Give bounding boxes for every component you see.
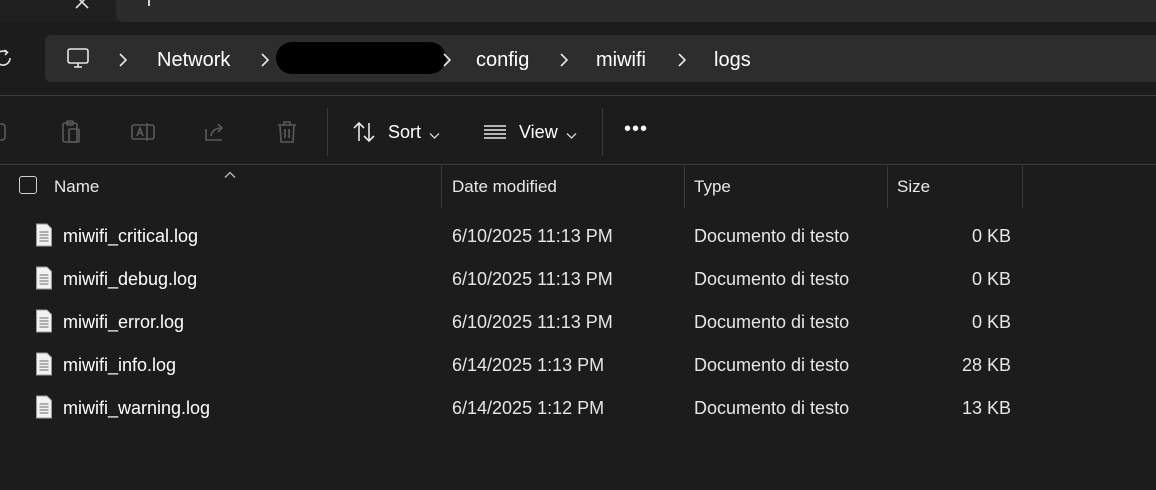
file-name[interactable]: miwifi_warning.log: [63, 397, 210, 419]
chevron-right-icon[interactable]: [259, 51, 271, 69]
chevron-down-icon[interactable]: [429, 127, 440, 139]
file-size: 0 KB: [971, 226, 1011, 246]
chevron-right-icon[interactable]: [558, 51, 570, 69]
tab-divider: [148, 0, 150, 6]
chevron-right-icon[interactable]: [676, 51, 688, 69]
delete-icon[interactable]: [274, 119, 300, 145]
redacted-breadcrumb: [276, 42, 446, 74]
file-type: Documento di testo: [694, 312, 850, 332]
rename-icon[interactable]: [130, 119, 156, 145]
column-divider[interactable]: [684, 166, 685, 208]
file-name[interactable]: miwifi_info.log: [63, 354, 176, 376]
file-row[interactable]: miwifi_error.log 6/10/2025 11:13 PM Docu…: [0, 301, 1156, 344]
file-date: 6/10/2025 11:13 PM: [452, 226, 613, 246]
text-file-icon: [36, 309, 52, 333]
column-divider[interactable]: [441, 166, 442, 208]
file-date: 6/14/2025 1:12 PM: [452, 398, 605, 418]
copy-icon[interactable]: [0, 119, 12, 145]
file-type: Documento di testo: [694, 355, 850, 375]
select-all-checkbox[interactable]: [19, 176, 37, 194]
paste-icon[interactable]: [58, 119, 84, 145]
breadcrumb-network[interactable]: Network: [157, 47, 230, 73]
breadcrumb-logs[interactable]: logs: [714, 47, 751, 73]
toolbar-separator: [602, 108, 603, 156]
close-tab-icon[interactable]: [72, 0, 92, 12]
column-header-type[interactable]: Type: [694, 176, 731, 198]
chevron-right-icon[interactable]: [117, 51, 129, 69]
breadcrumb-config[interactable]: config: [476, 47, 529, 73]
column-divider[interactable]: [887, 166, 888, 208]
file-size: 0 KB: [971, 269, 1011, 289]
breadcrumb-miwifi[interactable]: miwifi: [596, 47, 646, 73]
active-tab[interactable]: [116, 0, 1156, 22]
file-size: 13 KB: [961, 398, 1011, 418]
view-icon[interactable]: [482, 119, 508, 145]
chevron-down-icon[interactable]: [566, 127, 577, 139]
column-divider[interactable]: [1022, 166, 1023, 208]
file-row[interactable]: miwifi_warning.log 6/14/2025 1:12 PM Doc…: [0, 387, 1156, 430]
sort-icon[interactable]: [351, 119, 377, 145]
column-header-name[interactable]: Name: [54, 176, 99, 198]
file-name[interactable]: miwifi_debug.log: [63, 268, 197, 290]
file-name[interactable]: miwifi_critical.log: [63, 225, 198, 247]
sort-ascending-icon: [224, 166, 236, 178]
file-size: 0 KB: [971, 312, 1011, 332]
text-file-icon: [36, 266, 52, 290]
computer-icon[interactable]: [66, 46, 90, 70]
file-name[interactable]: miwifi_error.log: [63, 311, 184, 333]
text-file-icon: [36, 395, 52, 419]
more-options-icon[interactable]: •••: [624, 118, 648, 141]
file-date: 6/10/2025 11:13 PM: [452, 312, 613, 332]
file-type: Documento di testo: [694, 398, 850, 418]
column-header-size[interactable]: Size: [897, 176, 930, 198]
chevron-right-icon[interactable]: [441, 51, 453, 69]
file-size: 28 KB: [961, 355, 1011, 375]
file-row[interactable]: miwifi_critical.log 6/10/2025 11:13 PM D…: [0, 215, 1156, 258]
command-bar: [0, 96, 1156, 165]
column-header-date[interactable]: Date modified: [452, 176, 557, 198]
file-type: Documento di testo: [694, 269, 850, 289]
sort-button-label[interactable]: Sort: [388, 121, 421, 143]
view-button-label[interactable]: View: [519, 121, 558, 143]
file-type: Documento di testo: [694, 226, 850, 246]
refresh-icon[interactable]: [0, 47, 14, 69]
file-row[interactable]: miwifi_info.log 6/14/2025 1:13 PM Docume…: [0, 344, 1156, 387]
file-date: 6/10/2025 11:13 PM: [452, 269, 613, 289]
text-file-icon: [36, 352, 52, 376]
share-icon[interactable]: [202, 119, 228, 145]
file-row[interactable]: miwifi_debug.log 6/10/2025 11:13 PM Docu…: [0, 258, 1156, 301]
toolbar-separator: [327, 108, 328, 156]
file-date: 6/14/2025 1:13 PM: [452, 355, 605, 375]
text-file-icon: [36, 223, 52, 247]
